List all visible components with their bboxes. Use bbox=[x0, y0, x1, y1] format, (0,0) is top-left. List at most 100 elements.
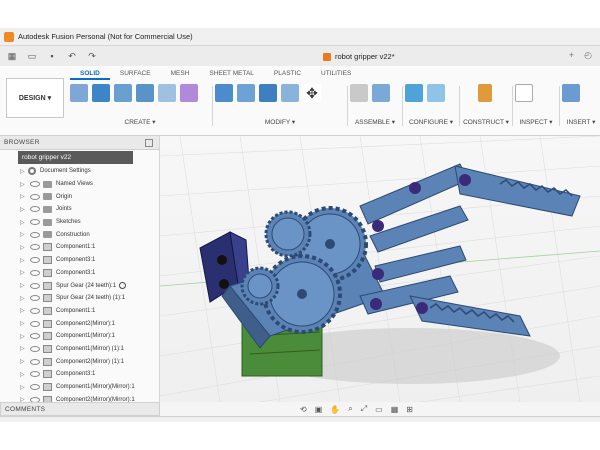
expand-arrow-icon[interactable]: ▷ bbox=[20, 345, 28, 352]
visibility-eye-icon[interactable] bbox=[30, 295, 40, 302]
visibility-eye-icon[interactable] bbox=[30, 384, 40, 391]
visibility-eye-icon[interactable] bbox=[30, 219, 40, 226]
create-sketch-icon[interactable] bbox=[70, 84, 88, 102]
browser-tree-item[interactable]: ▷ Spur Gear (24 teeth) (1):1 bbox=[0, 292, 159, 305]
expand-arrow-icon[interactable]: ▷ bbox=[20, 206, 28, 213]
document-tab[interactable]: robot gripper v22* bbox=[323, 49, 395, 64]
visibility-eye-icon[interactable] bbox=[30, 320, 40, 327]
activate-radio-icon[interactable] bbox=[119, 282, 127, 290]
measure-icon[interactable] bbox=[515, 84, 533, 102]
file-icon[interactable]: ▭ bbox=[26, 50, 38, 62]
visibility-eye-icon[interactable] bbox=[30, 371, 40, 378]
expand-arrow-icon[interactable]: ▷ bbox=[20, 295, 28, 302]
expand-arrow-icon[interactable]: ▷ bbox=[20, 244, 28, 251]
visibility-eye-icon[interactable] bbox=[30, 358, 40, 365]
browser-tree-item[interactable]: ▷ Component1(Mirror)(Mirror):1 bbox=[0, 381, 159, 394]
browser-tree-item[interactable]: ▷ Component1:1 bbox=[0, 305, 159, 318]
browser-tree-item[interactable]: ▷ Component1(Mirror):1 bbox=[0, 330, 159, 343]
expand-arrow-icon[interactable]: ▷ bbox=[20, 269, 28, 276]
grid-menu-icon[interactable]: ▦ bbox=[6, 50, 18, 62]
visibility-eye-icon[interactable] bbox=[30, 244, 40, 251]
modify-menu[interactable]: MODIFY ▾ bbox=[215, 118, 345, 126]
browser-tree-item[interactable]: ▷ Component3:1 bbox=[0, 368, 159, 381]
browser-tree-item[interactable]: ▷ Component1(Mirror) (1):1 bbox=[0, 343, 159, 356]
browser-tree-item[interactable]: ▷ Component1:1 bbox=[0, 241, 159, 254]
insert-menu[interactable]: INSERT ▾ bbox=[562, 118, 600, 126]
browser-tree-item[interactable]: ▷ Named Views bbox=[0, 178, 159, 191]
browser-header[interactable]: BROWSER bbox=[0, 136, 159, 150]
inspect-menu[interactable]: INSPECT ▾ bbox=[515, 118, 557, 126]
tab-mesh[interactable]: MESH bbox=[161, 68, 200, 80]
redo-icon[interactable]: ↷ bbox=[86, 50, 98, 62]
configure-menu[interactable]: CONFIGURE ▾ bbox=[405, 118, 457, 126]
create-menu[interactable]: CREATE ▾ bbox=[70, 118, 210, 126]
pattern-icon[interactable] bbox=[158, 84, 176, 102]
visibility-eye-icon[interactable] bbox=[30, 282, 40, 289]
expand-arrow-icon[interactable]: ▷ bbox=[20, 231, 28, 238]
model-canvas[interactable] bbox=[160, 136, 600, 402]
construct-menu[interactable]: CONSTRUCT ▾ bbox=[462, 118, 510, 126]
fillet-icon[interactable] bbox=[237, 84, 255, 102]
visibility-eye-icon[interactable] bbox=[30, 193, 40, 200]
add-tab-icon[interactable]: + bbox=[569, 50, 574, 61]
expand-arrow-icon[interactable]: ▷ bbox=[20, 320, 28, 327]
expand-arrow-icon[interactable]: ▷ bbox=[20, 168, 28, 175]
assemble-menu[interactable]: ASSEMBLE ▾ bbox=[350, 118, 400, 126]
visibility-eye-icon[interactable] bbox=[30, 257, 40, 264]
visibility-eye-icon[interactable] bbox=[30, 206, 40, 213]
tab-solid[interactable]: SOLID bbox=[70, 68, 110, 80]
tab-plastic[interactable]: PLASTIC bbox=[264, 68, 311, 80]
browser-root-component[interactable]: robot gripper v22 bbox=[18, 151, 133, 164]
insert-derive-icon[interactable] bbox=[562, 84, 580, 102]
save-icon[interactable]: ▪ bbox=[46, 50, 58, 62]
extrude-icon[interactable] bbox=[92, 84, 110, 102]
configuration-table-icon[interactable] bbox=[427, 84, 445, 102]
configure-icon[interactable] bbox=[405, 84, 423, 102]
move-icon[interactable]: ✥ bbox=[303, 84, 321, 102]
form-icon[interactable] bbox=[180, 84, 198, 102]
zoom-icon[interactable]: ⌕ bbox=[348, 404, 352, 414]
expand-arrow-icon[interactable]: ▷ bbox=[20, 257, 28, 264]
viewports-icon[interactable]: ⊞ bbox=[406, 405, 413, 414]
browser-tree-item[interactable]: ▷ Construction bbox=[0, 228, 159, 241]
tab-utilities[interactable]: UTILITIES bbox=[311, 68, 361, 80]
expand-arrow-icon[interactable]: ▷ bbox=[20, 384, 28, 391]
browser-tree-item[interactable]: ▷ Spur Gear (24 teeth):1 bbox=[0, 279, 159, 292]
visibility-eye-icon[interactable] bbox=[30, 345, 40, 352]
pan-icon[interactable]: ✋ bbox=[330, 405, 340, 414]
workspace-switcher-button[interactable]: DESIGN ▾ bbox=[6, 78, 64, 118]
shell-icon[interactable] bbox=[281, 84, 299, 102]
grid-settings-icon[interactable]: ▦ bbox=[391, 405, 399, 414]
revolve-icon[interactable] bbox=[114, 84, 132, 102]
comments-panel[interactable]: COMMENTS bbox=[0, 402, 160, 416]
offset-plane-icon[interactable] bbox=[478, 84, 492, 102]
expand-arrow-icon[interactable]: ▷ bbox=[20, 307, 28, 314]
browser-tree-item[interactable]: ▷ Component3:1 bbox=[0, 254, 159, 267]
notifications-icon[interactable]: ◴ bbox=[584, 50, 592, 61]
spur-gear-top-left[interactable] bbox=[264, 210, 312, 258]
browser-tree-item[interactable]: ▷ Joints bbox=[0, 203, 159, 216]
spur-gear-small[interactable] bbox=[240, 266, 280, 306]
fit-icon[interactable]: ⤢ bbox=[361, 404, 367, 414]
expand-arrow-icon[interactable]: ▷ bbox=[20, 358, 28, 365]
expand-arrow-icon[interactable]: ▷ bbox=[20, 219, 28, 226]
hole-icon[interactable] bbox=[136, 84, 154, 102]
visibility-eye-icon[interactable] bbox=[30, 307, 40, 314]
look-at-icon[interactable]: ▣ bbox=[315, 405, 323, 414]
expand-arrow-icon[interactable]: ▷ bbox=[20, 371, 28, 378]
visibility-eye-icon[interactable] bbox=[30, 269, 40, 276]
expand-arrow-icon[interactable]: ▷ bbox=[20, 282, 28, 289]
new-component-icon[interactable] bbox=[350, 84, 368, 102]
visibility-eye-icon[interactable] bbox=[30, 333, 40, 340]
orbit-icon[interactable]: ⟲ bbox=[300, 405, 307, 414]
browser-tree-item[interactable]: ▷ Component2(Mirror):1 bbox=[0, 317, 159, 330]
canvas-viewport[interactable] bbox=[160, 136, 600, 402]
browser-tree-item[interactable]: ▷ Component2(Mirror) (1):1 bbox=[0, 355, 159, 368]
tab-sheet-metal[interactable]: SHEET METAL bbox=[199, 68, 264, 80]
visibility-eye-icon[interactable] bbox=[30, 231, 40, 238]
display-settings-icon[interactable]: ▭ bbox=[375, 405, 383, 414]
browser-tree-item[interactable]: ▷ Component3:1 bbox=[0, 267, 159, 280]
browser-tree-item[interactable]: ▷ Origin bbox=[0, 190, 159, 203]
expand-arrow-icon[interactable]: ▷ bbox=[20, 333, 28, 340]
expand-arrow-icon[interactable]: ▷ bbox=[20, 181, 28, 188]
